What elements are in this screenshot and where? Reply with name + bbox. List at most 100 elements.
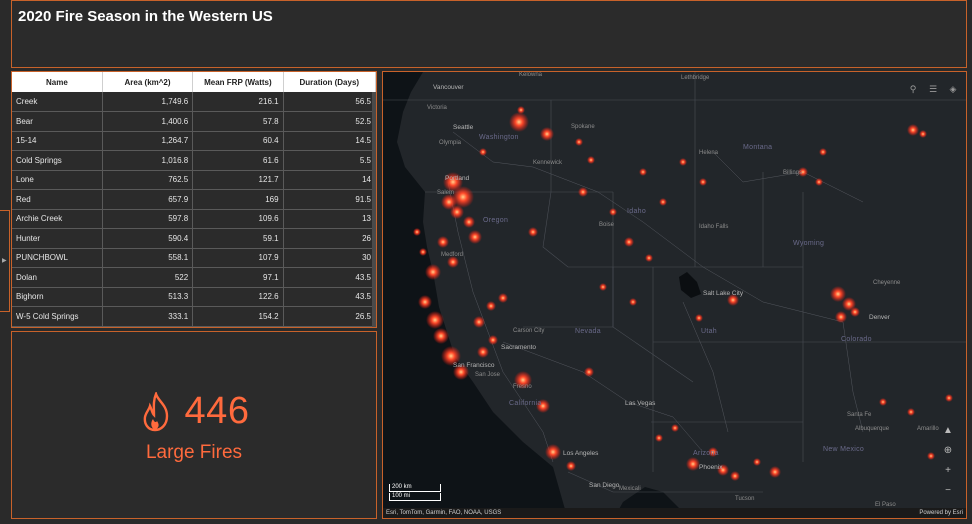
fire-hotspot[interactable]	[509, 112, 529, 132]
zoom-out-button[interactable]: −	[940, 484, 956, 498]
fire-map[interactable]: Kelowna Lethbridge Vancouver Victoria Seattl…	[382, 71, 967, 519]
table-row[interactable]: W-5 Cold Springs 333.1 154.2 26.5	[12, 306, 376, 327]
column-header-area[interactable]: Area (km^2)	[102, 72, 194, 92]
map-label-santa-fe: Santa Fe	[847, 412, 872, 418]
map-label-montana: Montana	[743, 144, 773, 151]
fire-hotspot[interactable]	[477, 346, 489, 358]
fire-hotspot[interactable]	[850, 307, 860, 317]
fire-hotspot[interactable]	[927, 452, 935, 460]
compass-icon[interactable]: ▲	[940, 424, 956, 438]
fire-hotspot[interactable]	[575, 138, 583, 146]
value-cell: 1,016.8	[102, 150, 194, 171]
map-label-victoria: Victoria	[427, 105, 447, 111]
table-scrollbar[interactable]	[372, 92, 376, 327]
fire-hotspot[interactable]	[488, 335, 498, 345]
map-label-utah: Utah	[701, 328, 717, 335]
fire-hotspot[interactable]	[517, 106, 525, 114]
fire-hotspot[interactable]	[819, 148, 827, 156]
fire-hotspot[interactable]	[815, 178, 823, 186]
fire-hotspot[interactable]	[639, 168, 647, 176]
table-row[interactable]: Bear 1,400.6 57.8 52.5	[12, 111, 376, 132]
fire-hotspot[interactable]	[907, 124, 919, 136]
table-row[interactable]: Bighorn 513.3 122.6 43.5	[12, 287, 376, 307]
map-label-nevada: Nevada	[575, 328, 601, 335]
map-label-new-mexico: New Mexico	[823, 446, 865, 453]
fire-hotspot[interactable]	[528, 227, 538, 237]
fire-name-cell: W-5 Cold Springs	[12, 306, 103, 327]
map-label-idaho: Idaho	[627, 208, 647, 215]
fire-hotspot[interactable]	[545, 444, 561, 460]
fire-hotspot[interactable]	[624, 237, 634, 247]
fire-hotspot[interactable]	[599, 283, 607, 291]
fire-hotspot[interactable]	[540, 127, 554, 141]
fire-hotspot[interactable]	[659, 198, 667, 206]
fire-hotspot[interactable]	[426, 311, 444, 329]
legend-icon[interactable]: ☰	[928, 84, 938, 94]
fire-hotspot[interactable]	[609, 208, 617, 216]
layers-icon[interactable]: ◈	[948, 84, 958, 94]
fire-hotspot[interactable]	[730, 471, 740, 481]
fire-hotspot[interactable]	[479, 148, 487, 156]
fire-hotspot[interactable]	[655, 434, 663, 442]
fire-hotspot[interactable]	[753, 458, 761, 466]
fire-hotspot[interactable]	[463, 216, 475, 228]
fire-hotspot[interactable]	[418, 295, 432, 309]
fire-hotspot[interactable]	[699, 178, 707, 186]
fire-hotspot[interactable]	[498, 293, 508, 303]
fire-hotspot[interactable]	[413, 228, 421, 236]
table-row[interactable]: Archie Creek 597.8 109.6 13	[12, 209, 376, 229]
fire-name-cell: Dolan	[12, 267, 103, 288]
table-row[interactable]: 15-14 1,264.7 60.4 14.5	[12, 131, 376, 151]
fire-hotspot[interactable]	[425, 264, 441, 280]
table-row[interactable]: Creek 1,749.6 216.1 56.5	[12, 92, 376, 112]
fire-hotspot[interactable]	[679, 158, 687, 166]
fire-hotspot[interactable]	[486, 301, 496, 311]
fire-hotspot[interactable]	[468, 230, 482, 244]
fire-hotspot[interactable]	[437, 236, 449, 248]
fire-hotspot[interactable]	[945, 394, 953, 402]
value-cell: 43.5	[283, 267, 376, 288]
fire-hotspot[interactable]	[695, 314, 703, 322]
fire-hotspot[interactable]	[835, 311, 847, 323]
table-row[interactable]: PUNCHBOWL 558.1 107.9 30	[12, 248, 376, 268]
powered-by-esri[interactable]: Powered by Esri	[919, 510, 963, 516]
value-cell: 14.5	[283, 131, 376, 151]
fire-hotspot[interactable]	[686, 457, 700, 471]
column-header-duration[interactable]: Duration (Days)	[283, 72, 376, 92]
table-row[interactable]: Red 657.9 169 91.5	[12, 189, 376, 210]
fire-hotspot[interactable]	[419, 248, 427, 256]
zoom-in-button[interactable]: +	[940, 464, 956, 478]
table-row[interactable]: Dolan 522 97.1 43.5	[12, 267, 376, 288]
fire-hotspot[interactable]	[645, 254, 653, 262]
side-panel-toggle[interactable]: ▶	[0, 210, 10, 312]
locate-icon[interactable]: ⊕	[940, 444, 956, 458]
fire-hotspot[interactable]	[919, 130, 927, 138]
fire-hotspot[interactable]	[578, 187, 588, 197]
column-header-name[interactable]: Name	[12, 72, 103, 92]
map-label-oregon: Oregon	[483, 217, 509, 224]
fire-hotspot[interactable]	[450, 205, 464, 219]
fire-hotspot[interactable]	[473, 316, 485, 328]
map-label-portland: Portland	[445, 175, 470, 182]
map-label-arizona: Arizona	[693, 450, 719, 457]
fire-name-cell: Bear	[12, 111, 103, 132]
value-cell: 590.4	[102, 228, 194, 249]
fire-hotspot[interactable]	[566, 461, 576, 471]
fire-hotspot[interactable]	[769, 466, 781, 478]
table-row[interactable]: Lone 762.5 121.7 14	[12, 170, 376, 190]
fire-hotspot[interactable]	[587, 156, 595, 164]
fire-hotspot[interactable]	[584, 367, 594, 377]
fire-hotspot[interactable]	[907, 408, 915, 416]
search-icon[interactable]: ⚲	[908, 84, 918, 94]
column-header-frp[interactable]: Mean FRP (Watts)	[192, 72, 284, 92]
value-cell: 26	[283, 228, 376, 249]
fire-hotspot[interactable]	[879, 398, 887, 406]
table-row[interactable]: Cold Springs 1,016.8 61.6 5.5	[12, 150, 376, 171]
fire-hotspot[interactable]	[433, 328, 449, 344]
table-row[interactable]: Hunter 590.4 59.1 26	[12, 228, 376, 249]
map-canvas[interactable]	[383, 72, 967, 519]
value-cell: 109.6	[192, 209, 284, 229]
value-cell: 657.9	[102, 189, 194, 210]
fire-hotspot[interactable]	[671, 424, 679, 432]
fire-hotspot[interactable]	[629, 298, 637, 306]
